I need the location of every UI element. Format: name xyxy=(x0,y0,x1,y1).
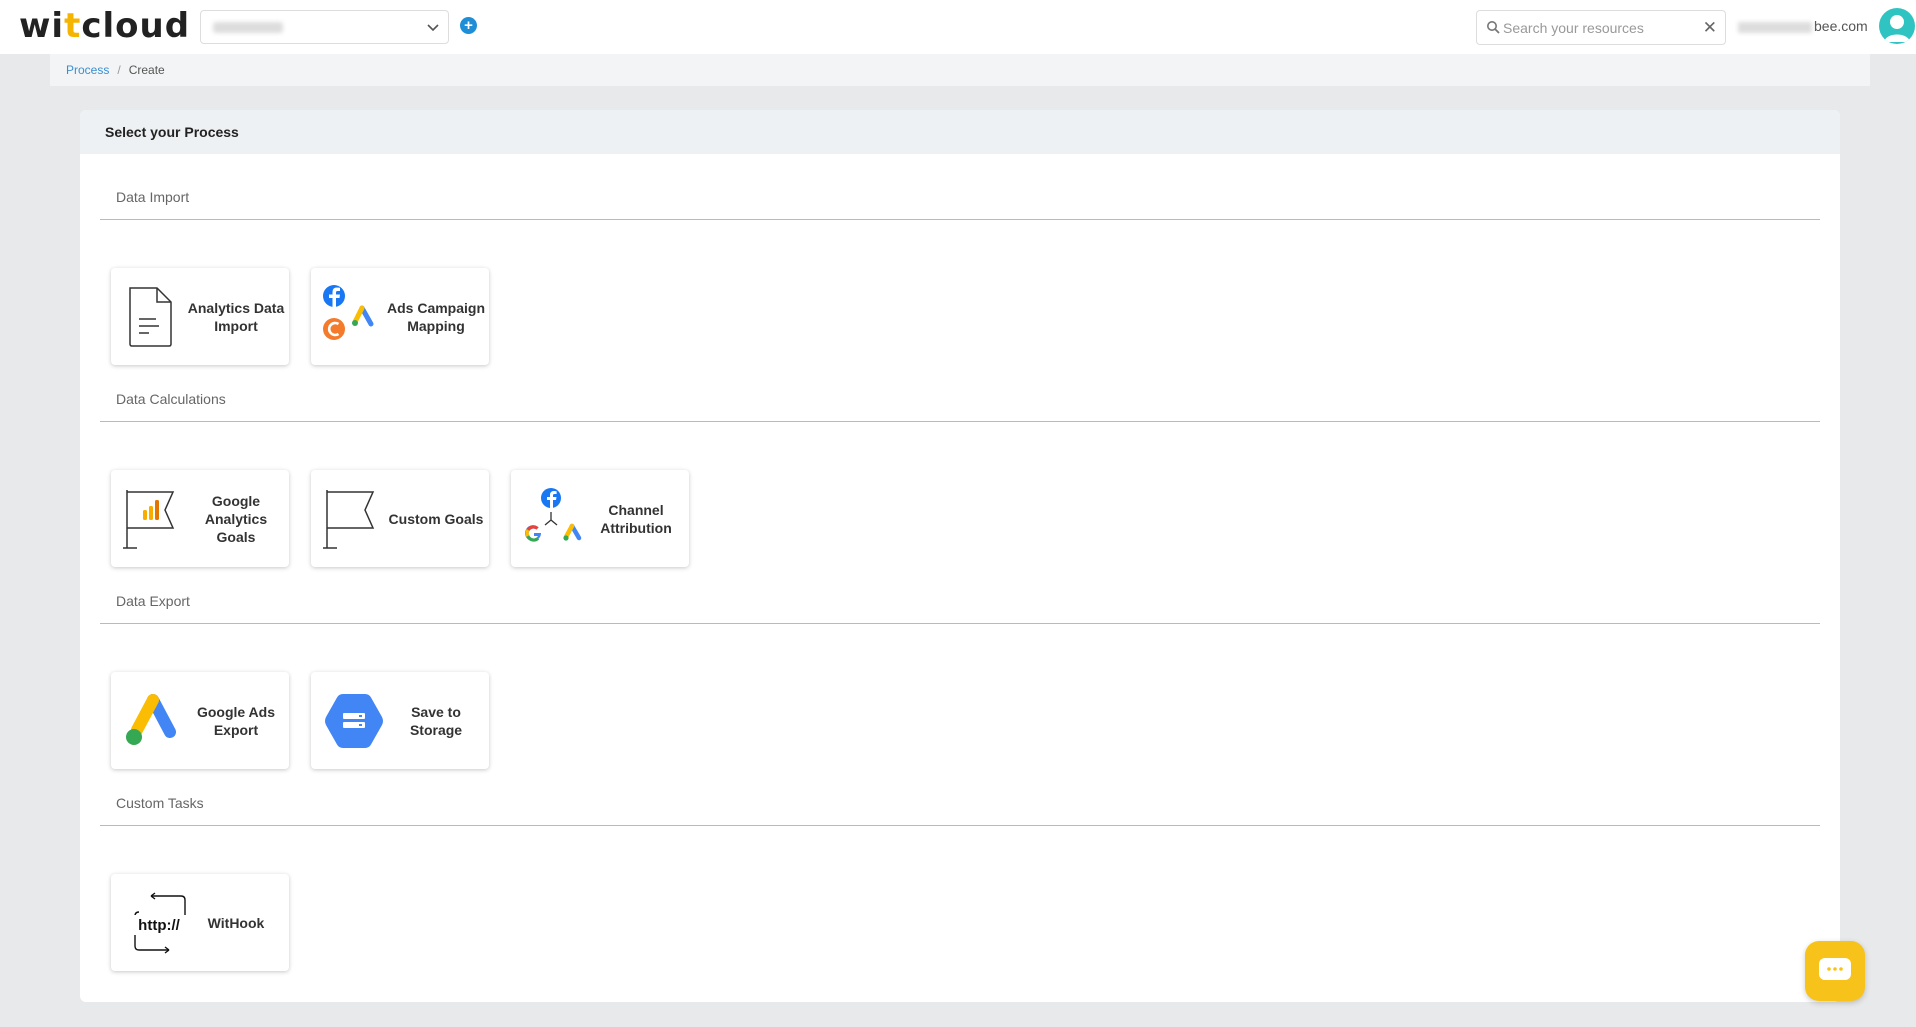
section-divider xyxy=(100,421,1820,422)
tile-label: Ads Campaign Mapping xyxy=(387,299,486,334)
section-divider xyxy=(100,623,1820,624)
section-title-data-calculations: Data Calculations xyxy=(116,391,226,407)
document-icon xyxy=(129,287,172,347)
chat-widget-button[interactable] xyxy=(1805,941,1865,1001)
google-ads-icon xyxy=(126,694,176,745)
tile-save-to-storage[interactable]: Save to Storage xyxy=(311,672,489,769)
user-email[interactable]: bee.com xyxy=(1738,18,1868,34)
search-icon xyxy=(1487,21,1500,34)
section-title-custom-tasks: Custom Tasks xyxy=(116,795,204,811)
breadcrumb-process-link[interactable]: Process xyxy=(66,63,109,77)
tile-label: Google Analytics Goals xyxy=(204,492,268,545)
organization-name-redacted xyxy=(213,22,283,33)
top-bar: witcloud + ✕ bee.com xyxy=(0,0,1916,54)
tile-ads-campaign-mapping[interactable]: Ads Campaign Mapping xyxy=(311,268,489,365)
breadcrumb-separator: / xyxy=(117,63,121,77)
section-title-data-export: Data Export xyxy=(116,593,190,609)
section-divider xyxy=(100,219,1820,220)
chat-dots-icon xyxy=(1827,967,1843,971)
add-organization-button[interactable]: + xyxy=(460,17,477,34)
tile-label: Analytics Data Import xyxy=(187,299,285,334)
section-title-data-import: Data Import xyxy=(116,189,190,205)
tile-google-analytics-goals[interactable]: Google Analytics Goals xyxy=(111,470,289,567)
user-email-domain: bee.com xyxy=(1814,18,1868,34)
tile-channel-attribution[interactable]: Channel Attribution xyxy=(511,470,689,567)
user-avatar[interactable] xyxy=(1879,8,1915,44)
http-label: http:// xyxy=(138,917,180,934)
card-title: Select your Process xyxy=(80,110,1840,154)
organization-select[interactable] xyxy=(200,10,449,44)
webhook-icon: http:// xyxy=(132,892,186,954)
tile-google-ads-export[interactable]: Google Ads Export xyxy=(111,672,289,769)
tile-label: Custom Goals xyxy=(388,510,484,527)
chevron-down-icon xyxy=(427,24,439,32)
tile-analytics-data-import[interactable]: Analytics Data Import xyxy=(111,268,289,365)
tile-label: WitHook xyxy=(207,914,265,931)
tile-label: Save to Storage xyxy=(409,703,463,738)
email-redacted xyxy=(1738,21,1812,33)
resource-search: ✕ xyxy=(1476,10,1726,45)
channel-attribution-icon xyxy=(525,488,582,542)
ads-platforms-icon xyxy=(323,285,374,340)
tile-label: Channel Attribution xyxy=(600,501,672,536)
section-divider xyxy=(100,825,1820,826)
search-input[interactable] xyxy=(1503,18,1693,38)
analytics-flag-icon xyxy=(123,490,175,549)
flag-icon xyxy=(323,490,375,549)
tile-custom-goals[interactable]: Custom Goals xyxy=(311,470,489,567)
clear-search-icon[interactable]: ✕ xyxy=(1703,18,1717,38)
breadcrumb: Process / Create xyxy=(50,54,1870,86)
witcloud-logo[interactable]: witcloud xyxy=(19,6,190,46)
user-avatar-icon xyxy=(1884,15,1910,42)
tile-withook[interactable]: http:// WitHook xyxy=(111,874,289,971)
breadcrumb-current: Create xyxy=(128,63,165,77)
tile-label: Google Ads Export xyxy=(196,703,276,738)
process-selection-card: Select your Process Data Import Analytic… xyxy=(80,110,1840,1002)
cloud-storage-icon xyxy=(325,694,383,748)
